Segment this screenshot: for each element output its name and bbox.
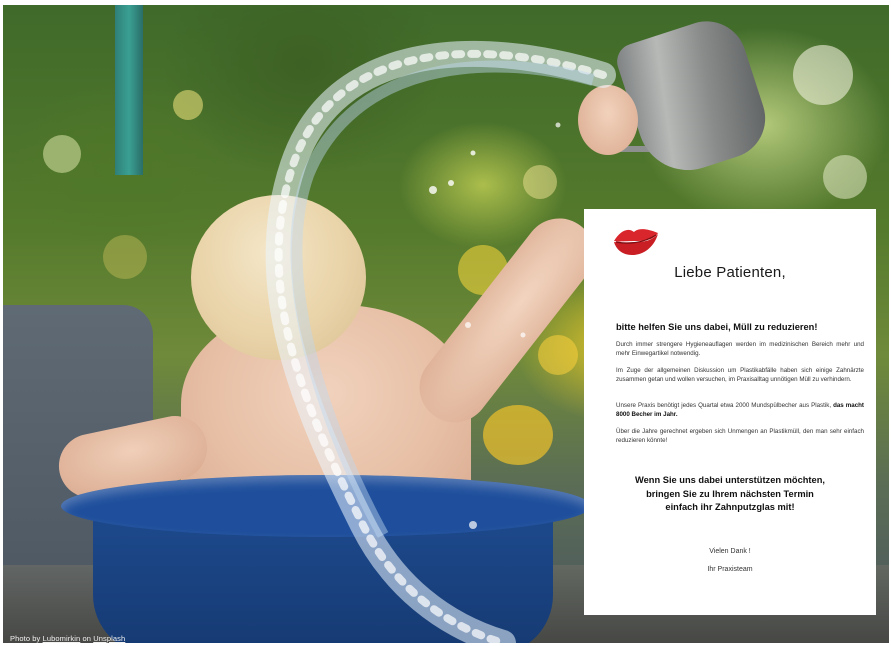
credit-author-link[interactable]: Lubomirkin [43, 634, 81, 643]
thanks-text: Vielen Dank ! [709, 548, 751, 555]
flyer-title: Liebe Patienten, [674, 264, 786, 281]
credit-source-link[interactable]: Unsplash [93, 634, 125, 643]
cta-line: Wenn Sie uns dabei unterstützen möchten, [635, 475, 825, 485]
credit-prefix: Photo by [10, 634, 43, 643]
signoff-text: Ihr Praxisteam [707, 566, 753, 573]
cta-line: einfach ihr Zahnputzglas mit! [665, 502, 795, 512]
flyer-paragraph: Durch immer strengere Hygieneauflagen we… [616, 341, 864, 357]
flyer-paragraph: Über die Jahre gerechnet ergeben sich Un… [616, 428, 864, 444]
flyer-card: Liebe Patienten, bitte helfen Sie uns da… [584, 209, 876, 615]
photo-credit: Photo by Lubomirkin on Unsplash [10, 634, 125, 643]
flyer-paragraph: Unsere Praxis benötigt jedes Quartal etw… [616, 402, 864, 420]
paragraph-text: Unsere Praxis benötigt jedes Quartal etw… [616, 402, 834, 409]
lips-icon [614, 229, 658, 255]
cta-line: bringen Sie zu Ihrem nächsten Termin [646, 488, 814, 499]
call-to-action: Wenn Sie uns dabei unterstützen möchten,… [604, 474, 856, 515]
credit-mid: on [80, 634, 94, 643]
flyer-heading: bitte helfen Sie uns dabei, Müll zu redu… [616, 322, 818, 332]
flyer-paragraph: Im Zuge der allgemeinen Diskussion um Pl… [616, 367, 864, 383]
